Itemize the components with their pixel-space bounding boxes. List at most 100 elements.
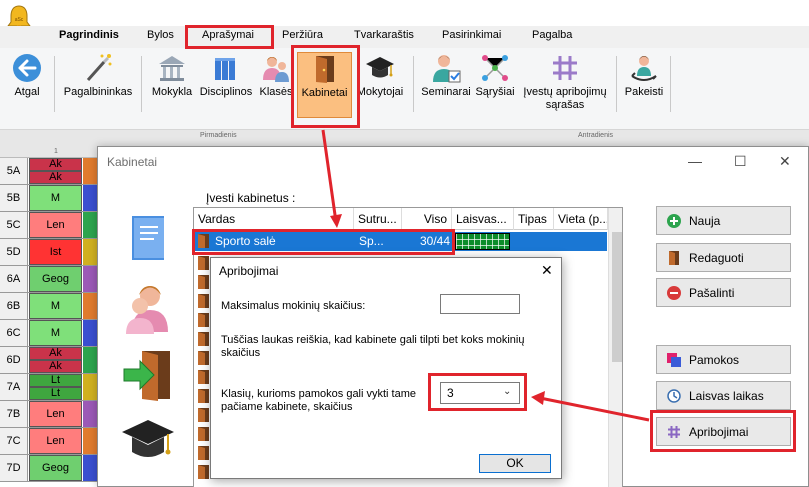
timetable-row: 5B M [0, 185, 97, 212]
sarysiai-label: Sąryšiai [475, 86, 515, 98]
list-scrollbar[interactable] [608, 208, 622, 487]
door-icon [198, 351, 209, 365]
col-vardas[interactable]: Vardas [194, 208, 354, 230]
classes-count-label-1: Klasių, kurioms pamokos gali vykti tame [221, 388, 417, 400]
pakeisti-button[interactable]: Pakeisti [622, 52, 666, 99]
pakeisti-label: Pakeisti [624, 86, 664, 98]
class-name: 7C [0, 428, 28, 454]
lesson-card[interactable]: Ak [29, 171, 82, 184]
pasalinti-button[interactable]: Pašalinti [656, 278, 791, 307]
lesson-card[interactable]: M [29, 320, 82, 346]
sarysiai-button[interactable]: Sąryšiai [474, 52, 516, 99]
class-name: 5A [0, 158, 28, 184]
col-laisvas[interactable]: Laisvas... [452, 208, 514, 230]
door-icon [198, 234, 209, 248]
pagalbininkas-button[interactable]: Pagalbininkas [60, 52, 136, 99]
kabinetai-button[interactable]: Kabinetai [297, 52, 352, 118]
disciplinos-label: Disciplinos [199, 86, 253, 98]
timetable-row: 6B M [0, 293, 97, 320]
lesson-card[interactable]: Geog [29, 455, 82, 481]
maximize-icon[interactable]: ☐ [734, 153, 747, 170]
menu-aprasymai[interactable]: Aprašymai [202, 29, 254, 41]
timetable-rows: 5A Ak Ak 5B M 5C Len 5D Ist 6A Geog 6B M 6C M 6D Ak Ak 7A L… [0, 158, 97, 487]
toolbar-separator [141, 56, 142, 112]
menu-perziura[interactable]: Peržiūra [282, 29, 323, 41]
lesson-card[interactable]: Lt [29, 387, 82, 400]
timetable-row: 5A Ak Ak [0, 158, 97, 185]
timetable-row: 6D Ak Ak [0, 347, 97, 374]
lesson-strip [83, 455, 97, 481]
timetable-row: 6C M [0, 320, 97, 347]
lesson-card[interactable]: M [29, 185, 82, 211]
atgal-button[interactable]: Atgal [6, 52, 48, 99]
close-icon[interactable]: ✕ [779, 153, 791, 170]
redaguoti-button[interactable]: Redaguoti [656, 243, 791, 272]
col-sutrumpinimas[interactable]: Sutru... [354, 208, 402, 230]
door-icon [198, 465, 209, 479]
toolbar: Atgal Pagalbininkas Mokykla Disciplinos … [0, 48, 809, 130]
minimize-icon[interactable]: — [688, 153, 702, 169]
lesson-card[interactable]: Ist [29, 239, 82, 265]
teacher-cap-icon [122, 420, 174, 457]
mokykla-button[interactable]: Mokykla [149, 52, 195, 99]
door-icon [198, 370, 209, 384]
room-short: Sp... [359, 234, 384, 248]
laisvas-laikas-button[interactable]: Laisvas laikas [656, 381, 791, 410]
classes-count-value: 3 [447, 386, 454, 400]
col-viso[interactable]: Viso [402, 208, 452, 230]
class-name: 7A [0, 374, 28, 400]
seminarai-button[interactable]: Seminarai [420, 52, 472, 99]
class-name: 6D [0, 347, 28, 373]
lesson-card[interactable]: Lt [29, 374, 82, 387]
kabinetai-title: Kabinetai [107, 155, 158, 169]
class-name: 6B [0, 293, 28, 319]
ivesti-kabinetus-label: Įvesti kabinetus : [206, 191, 296, 205]
menu-pagalba[interactable]: Pagalba [532, 29, 572, 41]
school-building-icon [156, 52, 188, 84]
menu-bylos[interactable]: Bylos [147, 29, 174, 41]
lesson-strip [83, 401, 97, 427]
students-icon [126, 286, 168, 334]
door-icon [198, 427, 209, 441]
lesson-card[interactable]: M [29, 293, 82, 319]
lesson-card[interactable]: Len [29, 428, 82, 454]
door-icon [198, 256, 209, 270]
kabinetai-label: Kabinetai [301, 87, 348, 99]
lesson-card[interactable]: Len [29, 212, 82, 238]
lesson-card[interactable]: Ak [29, 360, 82, 373]
minus-icon [667, 286, 681, 300]
max-students-input[interactable] [440, 294, 520, 314]
apribojimai-button[interactable]: Apribojimai [656, 417, 791, 446]
lesson-card[interactable]: Ak [29, 347, 82, 360]
apribojimai-label: Apribojimai [689, 425, 749, 439]
menu-pagrindinis[interactable]: Pagrindinis [59, 29, 119, 41]
col-tipas[interactable]: Tipas [514, 208, 554, 230]
list-row-selected[interactable]: Sporto salė Sp... 30/44 [195, 232, 607, 251]
toolbar-separator [670, 56, 671, 112]
hint-line-1: Tuščias laukas reiškia, kad kabinete gal… [221, 334, 525, 346]
timetable-row: 7C Len [0, 428, 97, 455]
ok-button[interactable]: OK [479, 454, 551, 473]
lesson-card[interactable]: Geog [29, 266, 82, 292]
timetable-row: 5D Ist [0, 239, 97, 266]
classes-count-select[interactable]: 3 ⌄ [440, 382, 520, 404]
timetable-row: 6A Geog [0, 266, 97, 293]
col-vieta[interactable]: Vieta (p... [554, 208, 608, 230]
ivestu-apribojimu-button[interactable]: Įvestų apribojimų sąrašas [517, 52, 613, 112]
door-icon [198, 275, 209, 289]
mokytojai-button[interactable]: Mokytojai [353, 52, 407, 99]
lesson-strip [83, 293, 97, 319]
disciplinos-button[interactable]: Disciplinos [196, 52, 256, 99]
nauja-button[interactable]: Nauja [656, 206, 791, 235]
dialog-close-icon[interactable]: ✕ [541, 262, 553, 279]
lesson-card[interactable]: Len [29, 401, 82, 427]
menu-tvarkarastis[interactable]: Tvarkaraštis [354, 29, 414, 41]
lesson-card[interactable]: Ak [29, 158, 82, 171]
scrollbar-thumb[interactable] [612, 232, 622, 362]
menu-pasirinkimai[interactable]: Pasirinkimai [442, 29, 501, 41]
timetable-row: 7A Lt Lt [0, 374, 97, 401]
pamokos-button[interactable]: Pamokos [656, 345, 791, 374]
toolbar-separator [54, 56, 55, 112]
klases-button[interactable]: Klasės [258, 52, 294, 99]
toolbar-separator [413, 56, 414, 112]
